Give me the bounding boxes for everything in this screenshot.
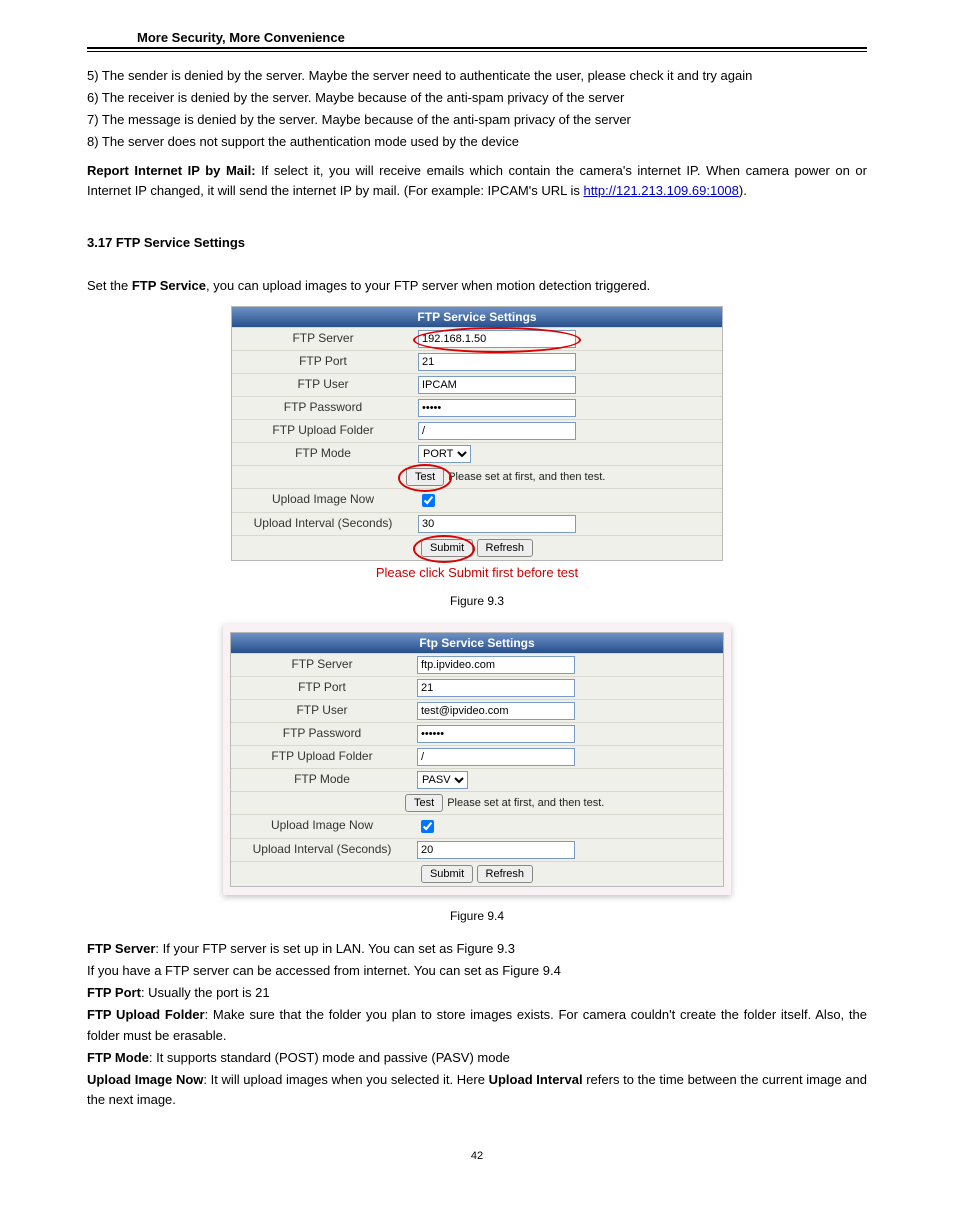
label-ftp-folder: FTP Upload Folder [232, 420, 414, 442]
ftp-port-input[interactable] [418, 353, 576, 371]
desc-server-text: : If your FTP server is set up in LAN. Y… [155, 941, 515, 956]
body-p5: 5) The sender is denied by the server. M… [87, 66, 867, 86]
label2-ftp-port: FTP Port [231, 677, 413, 699]
test-note: Please set at first, and then test. [448, 471, 605, 483]
ftp2-server-input[interactable] [417, 656, 575, 674]
report-ip-link[interactable]: http://121.213.109.69:1008 [583, 183, 738, 198]
label2-ftp-mode: FTP Mode [231, 769, 413, 791]
report-ip-paragraph: Report Internet IP by Mail: If select it… [87, 161, 867, 201]
refresh-button[interactable]: Refresh [477, 539, 534, 557]
label-upload-now: Upload Image Now [232, 489, 414, 512]
label-ftp-port: FTP Port [232, 351, 414, 373]
panel2-shadow: Ftp Service Settings FTP Server FTP Port… [223, 624, 731, 895]
desc-folder: FTP Upload Folder: Make sure that the fo… [87, 1005, 867, 1045]
header-rule-top [87, 47, 867, 49]
ftp2-password-input[interactable] [417, 725, 575, 743]
desc-mode-label: FTP Mode [87, 1050, 149, 1065]
ftp-mode-select[interactable]: PORT [418, 445, 471, 463]
ftp-settings-panel-2: Ftp Service Settings FTP Server FTP Port… [230, 632, 724, 887]
panel1-title: FTP Service Settings [232, 307, 722, 327]
test2-button[interactable]: Test [405, 794, 443, 812]
panel2-title: Ftp Service Settings [231, 633, 723, 653]
desc-server: FTP Server: If your FTP server is set up… [87, 939, 867, 959]
desc-interval-label: Upload Interval [489, 1072, 583, 1087]
desc-port-text: : Usually the port is 21 [141, 985, 270, 1000]
desc-port: FTP Port: Usually the port is 21 [87, 983, 867, 1003]
label2-upload-interval: Upload Interval (Seconds) [231, 839, 413, 861]
highlight-ellipse-test [398, 464, 452, 492]
section-intro-b: FTP Service [132, 278, 206, 293]
label2-ftp-server: FTP Server [231, 654, 413, 676]
ftp2-folder-input[interactable] [417, 748, 575, 766]
ftp-folder-input[interactable] [418, 422, 576, 440]
desc-upload-text-a: : It will upload images when you selecte… [203, 1072, 488, 1087]
desc-mode-text: : It supports standard (POST) mode and p… [149, 1050, 510, 1065]
label2-ftp-password: FTP Password [231, 723, 413, 745]
header-rule-bottom [87, 51, 867, 52]
page-header-slogan: More Security, More Convenience [87, 30, 867, 45]
page-number: 42 [87, 1150, 867, 1162]
ftp2-user-input[interactable] [417, 702, 575, 720]
ftp2-mode-select[interactable]: PASV [417, 771, 468, 789]
label2-upload-now: Upload Image Now [231, 815, 413, 838]
desc-upload-label: Upload Image Now [87, 1072, 203, 1087]
desc-folder-text: : Make sure that the folder you plan to … [87, 1007, 867, 1042]
section-intro: Set the FTP Service, you can upload imag… [87, 276, 867, 296]
body-p8: 8) The server does not support the authe… [87, 132, 867, 152]
label-ftp-server: FTP Server [232, 328, 414, 350]
section-title: 3.17 FTP Service Settings [87, 235, 867, 250]
section-intro-c: , you can upload images to your FTP serv… [206, 278, 650, 293]
upload2-now-checkbox[interactable] [421, 820, 434, 833]
highlight-ellipse-server [413, 327, 581, 353]
label-upload-interval: Upload Interval (Seconds) [232, 513, 414, 535]
red-note: Please click Submit first before test [87, 565, 867, 580]
upload2-interval-input[interactable] [417, 841, 575, 859]
test2-note: Please set at first, and then test. [447, 797, 604, 809]
label-ftp-user: FTP User [232, 374, 414, 396]
desc-upload: Upload Image Now: It will upload images … [87, 1070, 867, 1110]
label2-ftp-user: FTP User [231, 700, 413, 722]
body-p6: 6) The receiver is denied by the server.… [87, 88, 867, 108]
body-p7: 7) The message is denied by the server. … [87, 110, 867, 130]
figure-label-2: Figure 9.4 [87, 909, 867, 923]
ftp-user-input[interactable] [418, 376, 576, 394]
upload-now-checkbox[interactable] [422, 494, 435, 507]
highlight-ellipse-submit [413, 535, 475, 563]
upload-interval-input[interactable] [418, 515, 576, 533]
submit2-button[interactable]: Submit [421, 865, 473, 883]
desc-mode: FTP Mode: It supports standard (POST) mo… [87, 1048, 867, 1068]
refresh2-button[interactable]: Refresh [477, 865, 534, 883]
report-ip-text-b: ). [739, 183, 747, 198]
desc-server-label: FTP Server [87, 941, 155, 956]
label-ftp-password: FTP Password [232, 397, 414, 419]
section-intro-a: Set the [87, 278, 132, 293]
report-ip-label: Report Internet IP by Mail: [87, 163, 256, 178]
label-ftp-mode: FTP Mode [232, 443, 414, 465]
label2-ftp-folder: FTP Upload Folder [231, 746, 413, 768]
ftp-password-input[interactable] [418, 399, 576, 417]
desc-server2: If you have a FTP server can be accessed… [87, 961, 867, 981]
desc-folder-label: FTP Upload Folder [87, 1007, 205, 1022]
ftp2-port-input[interactable] [417, 679, 575, 697]
ftp-settings-panel-1: FTP Service Settings FTP Server FTP Port… [231, 306, 723, 561]
desc-port-label: FTP Port [87, 985, 141, 1000]
figure-label-1: Figure 9.3 [87, 594, 867, 608]
